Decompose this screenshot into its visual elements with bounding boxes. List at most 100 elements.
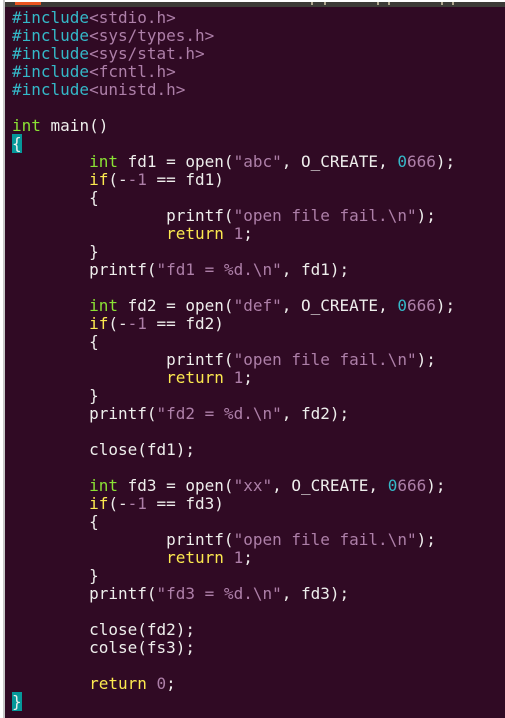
code-line[interactable]: printf("open file fail.\n"); <box>12 531 455 549</box>
code-token-normal: fd3 = open( <box>117 476 234 495</box>
code-line[interactable]: int main() <box>12 117 455 135</box>
code-token-normal <box>12 296 89 315</box>
code-line[interactable]: { <box>12 189 455 207</box>
code-line[interactable]: colse(fs3); <box>12 639 455 657</box>
code-token-normal: == fd1) <box>146 170 224 189</box>
code-line[interactable]: printf("fd2 = %d.\n", fd2); <box>12 405 455 423</box>
code-line[interactable]: } <box>12 567 455 585</box>
code-line[interactable] <box>12 657 455 675</box>
code-token-normal: ); <box>416 350 436 369</box>
code-token-type: int <box>89 476 118 495</box>
code-token-normal: main() <box>40 116 109 135</box>
code-token-normal <box>224 548 234 567</box>
code-token-number: -1 <box>127 494 147 513</box>
code-line[interactable]: #include<sys/stat.h> <box>12 45 455 63</box>
tab-separator <box>452 2 454 5</box>
code-line[interactable] <box>12 423 455 441</box>
code-token-normal: ); <box>416 206 436 225</box>
code-token-number: -1 <box>127 170 147 189</box>
code-line[interactable]: int fd2 = open("def", O_CREATE, 0666); <box>12 297 455 315</box>
code-line[interactable]: close(fd1); <box>12 441 455 459</box>
code-token-normal: (- <box>108 494 128 513</box>
code-token-keyword: return <box>166 368 224 387</box>
code-token-preproc: #include <box>12 8 90 27</box>
code-line[interactable]: #include<stdio.h> <box>12 9 455 27</box>
code-token-string: "open file fail.\n" <box>233 206 417 225</box>
code-line[interactable]: #include<sys/types.h> <box>12 27 455 45</box>
code-token-normal <box>12 170 89 189</box>
code-line[interactable]: #include<unistd.h> <box>12 81 455 99</box>
code-line[interactable]: } <box>12 387 455 405</box>
code-token-string: "def" <box>233 296 282 315</box>
code-line[interactable]: return 1; <box>12 225 455 243</box>
code-token-normal <box>224 224 234 243</box>
code-token-string: "fd3 = %d.\n" <box>156 584 282 603</box>
code-token-normal: printf( <box>12 584 157 603</box>
code-line[interactable]: #include<fcntl.h> <box>12 63 455 81</box>
code-token-keyword: return <box>166 548 224 567</box>
code-line[interactable]: if(--1 == fd2) <box>12 315 455 333</box>
code-line[interactable]: int fd1 = open("abc", O_CREATE, 0666); <box>12 153 455 171</box>
code-token-type: int <box>89 296 118 315</box>
code-token-normal: { <box>12 188 99 207</box>
code-line[interactable]: } <box>12 692 455 711</box>
tab-separator <box>311 2 313 5</box>
code-token-number: 666 <box>406 152 436 171</box>
code-token-include: <sys/types.h> <box>89 26 215 45</box>
code-token-string: "fd2 = %d.\n" <box>156 404 282 423</box>
code-line[interactable]: return 0; <box>12 675 455 693</box>
code-token-number: 1 <box>233 368 244 387</box>
code-token-normal: printf( <box>12 530 234 549</box>
code-token-normal: (- <box>108 170 128 189</box>
code-buffer[interactable]: #include<stdio.h> #include<sys/types.h> #i… <box>12 9 455 711</box>
code-line[interactable]: { <box>12 513 455 531</box>
code-line[interactable]: if(--1 == fd1) <box>12 171 455 189</box>
code-token-normal: colse(fs3); <box>12 638 196 657</box>
code-token-normal: } <box>12 386 99 405</box>
code-token-normal: ); <box>426 476 446 495</box>
code-token-string: "xx" <box>233 476 273 495</box>
code-token-normal <box>224 368 234 387</box>
tab-separator <box>441 2 443 5</box>
code-token-normal: close(fd2); <box>12 620 196 639</box>
code-line[interactable]: printf("open file fail.\n"); <box>12 351 455 369</box>
code-line[interactable]: close(fd2); <box>12 621 455 639</box>
code-line[interactable] <box>12 603 455 621</box>
code-token-normal: printf( <box>12 206 234 225</box>
code-token-normal: ); <box>435 152 456 171</box>
code-line[interactable]: { <box>12 333 455 351</box>
code-line[interactable]: int fd3 = open("xx", O_CREATE, 0666); <box>12 477 455 495</box>
code-token-normal <box>12 494 89 513</box>
code-line[interactable]: return 1; <box>12 549 455 567</box>
code-token-include: <fcntl.h> <box>89 62 176 81</box>
tab-separator <box>388 2 390 5</box>
code-token-normal: , fd2); <box>281 404 350 423</box>
code-line[interactable]: } <box>12 243 455 261</box>
code-line[interactable] <box>12 99 455 117</box>
vim-editor[interactable]: #include<stdio.h> #include<sys/types.h> #i… <box>5 7 505 718</box>
code-line[interactable] <box>12 459 455 477</box>
code-token-keyword: if <box>89 314 109 333</box>
code-token-normal <box>12 368 166 387</box>
code-line[interactable]: printf("open file fail.\n"); <box>12 207 455 225</box>
code-token-number: 666 <box>406 296 436 315</box>
code-token-normal: } <box>12 242 99 261</box>
code-token-normal: printf( <box>12 350 234 369</box>
code-token-normal: close(fd1); <box>12 440 196 459</box>
code-token-string: "open file fail.\n" <box>233 530 417 549</box>
code-token-normal <box>12 476 89 495</box>
active-tab-indicator[interactable] <box>15 2 41 5</box>
code-token-normal: == fd2) <box>146 314 224 333</box>
code-line[interactable]: return 1; <box>12 369 455 387</box>
code-token-normal: { <box>12 512 99 531</box>
code-token-preproc: #include <box>12 62 90 81</box>
code-line[interactable]: if(--1 == fd3) <box>12 495 455 513</box>
code-line[interactable]: printf("fd1 = %d.\n", fd1); <box>12 261 455 279</box>
code-line[interactable]: { <box>12 134 455 153</box>
cursor-highlight: } <box>12 692 22 711</box>
code-token-normal: , O_CREATE, <box>281 296 398 315</box>
code-token-normal: , fd1); <box>281 260 350 279</box>
code-line[interactable]: printf("fd3 = %d.\n", fd3); <box>12 585 455 603</box>
code-line[interactable] <box>12 279 455 297</box>
code-token-normal: ; <box>243 548 253 567</box>
